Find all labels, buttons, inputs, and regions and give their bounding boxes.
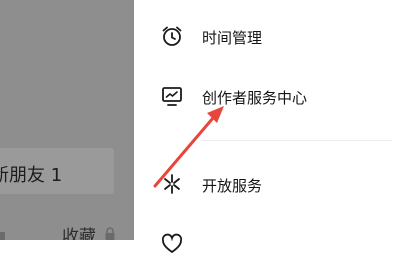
menu-item-partial[interactable] [134, 226, 399, 262]
alarm-clock-icon [162, 26, 182, 46]
menu-item-open-services[interactable]: 开放服务 [134, 166, 399, 202]
menu-item-label: 开放服务 [202, 177, 263, 195]
menu-item-label: 时间管理 [202, 29, 263, 47]
lock-icon [0, 232, 5, 240]
side-drawer: 时间管理 创作者服务中心 开放服务 [134, 0, 399, 254]
sparkle-icon [164, 174, 180, 194]
menu-divider [202, 140, 392, 141]
menu-item-creator-service-center[interactable]: 创作者服务中心 [134, 78, 399, 114]
background-page-overlay[interactable]: 新朋友 1 收藏 [0, 0, 134, 240]
menu-item-label: 创作者服务中心 [202, 89, 308, 107]
lock-icon [105, 227, 115, 240]
new-friends-label: 新朋友 1 [0, 165, 63, 186]
heart-icon [161, 233, 183, 254]
monitor-chart-icon [162, 87, 182, 106]
collect-tab-label[interactable]: 收藏 [62, 222, 96, 240]
menu-item-time-management[interactable]: 时间管理 [134, 18, 399, 54]
